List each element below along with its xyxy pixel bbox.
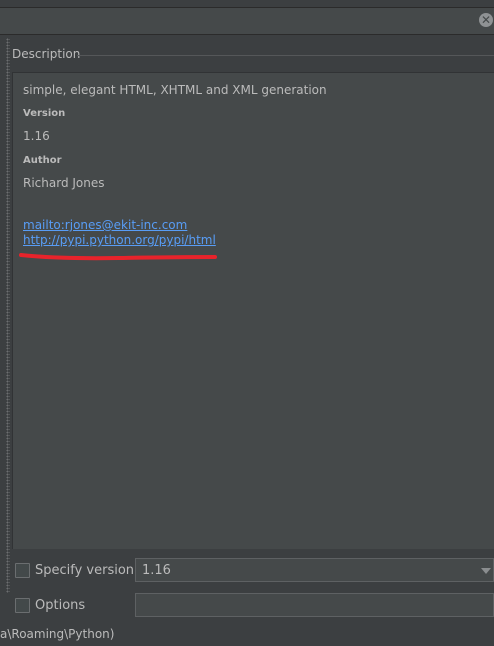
red-underline-annotation <box>19 253 217 261</box>
description-panel: simple, elegant HTML, XHTML and XML gene… <box>12 72 494 549</box>
package-dialog: ✕ Description simple, elegant HTML, XHTM… <box>0 0 494 646</box>
toolbar: ✕ <box>0 8 494 35</box>
package-summary: simple, elegant HTML, XHTML and XML gene… <box>23 83 327 97</box>
version-label: Version <box>23 108 66 119</box>
chevron-down-icon[interactable] <box>481 568 491 574</box>
description-header: Description <box>12 47 81 61</box>
splitter-handle[interactable] <box>6 38 10 593</box>
version-select[interactable]: 1.16 <box>135 558 494 582</box>
options-label: Options <box>35 598 86 613</box>
version-select-value: 1.16 <box>142 563 171 578</box>
options-input[interactable] <box>135 593 494 617</box>
install-path-text: a\Roaming\Python) <box>0 627 115 641</box>
close-icon[interactable]: ✕ <box>479 13 493 27</box>
top-strip <box>0 0 494 8</box>
homepage-link[interactable]: http://pypi.python.org/pypi/html <box>23 233 216 247</box>
specify-version-label: Specify version <box>35 563 135 578</box>
section-divider <box>77 55 494 56</box>
specify-version-checkbox[interactable] <box>15 563 30 578</box>
author-value: Richard Jones <box>23 176 105 190</box>
author-email-link[interactable]: mailto:rjones@ekit-inc.com <box>23 218 187 232</box>
version-value: 1.16 <box>23 129 50 143</box>
author-label: Author <box>23 155 62 166</box>
options-checkbox[interactable] <box>15 598 30 613</box>
